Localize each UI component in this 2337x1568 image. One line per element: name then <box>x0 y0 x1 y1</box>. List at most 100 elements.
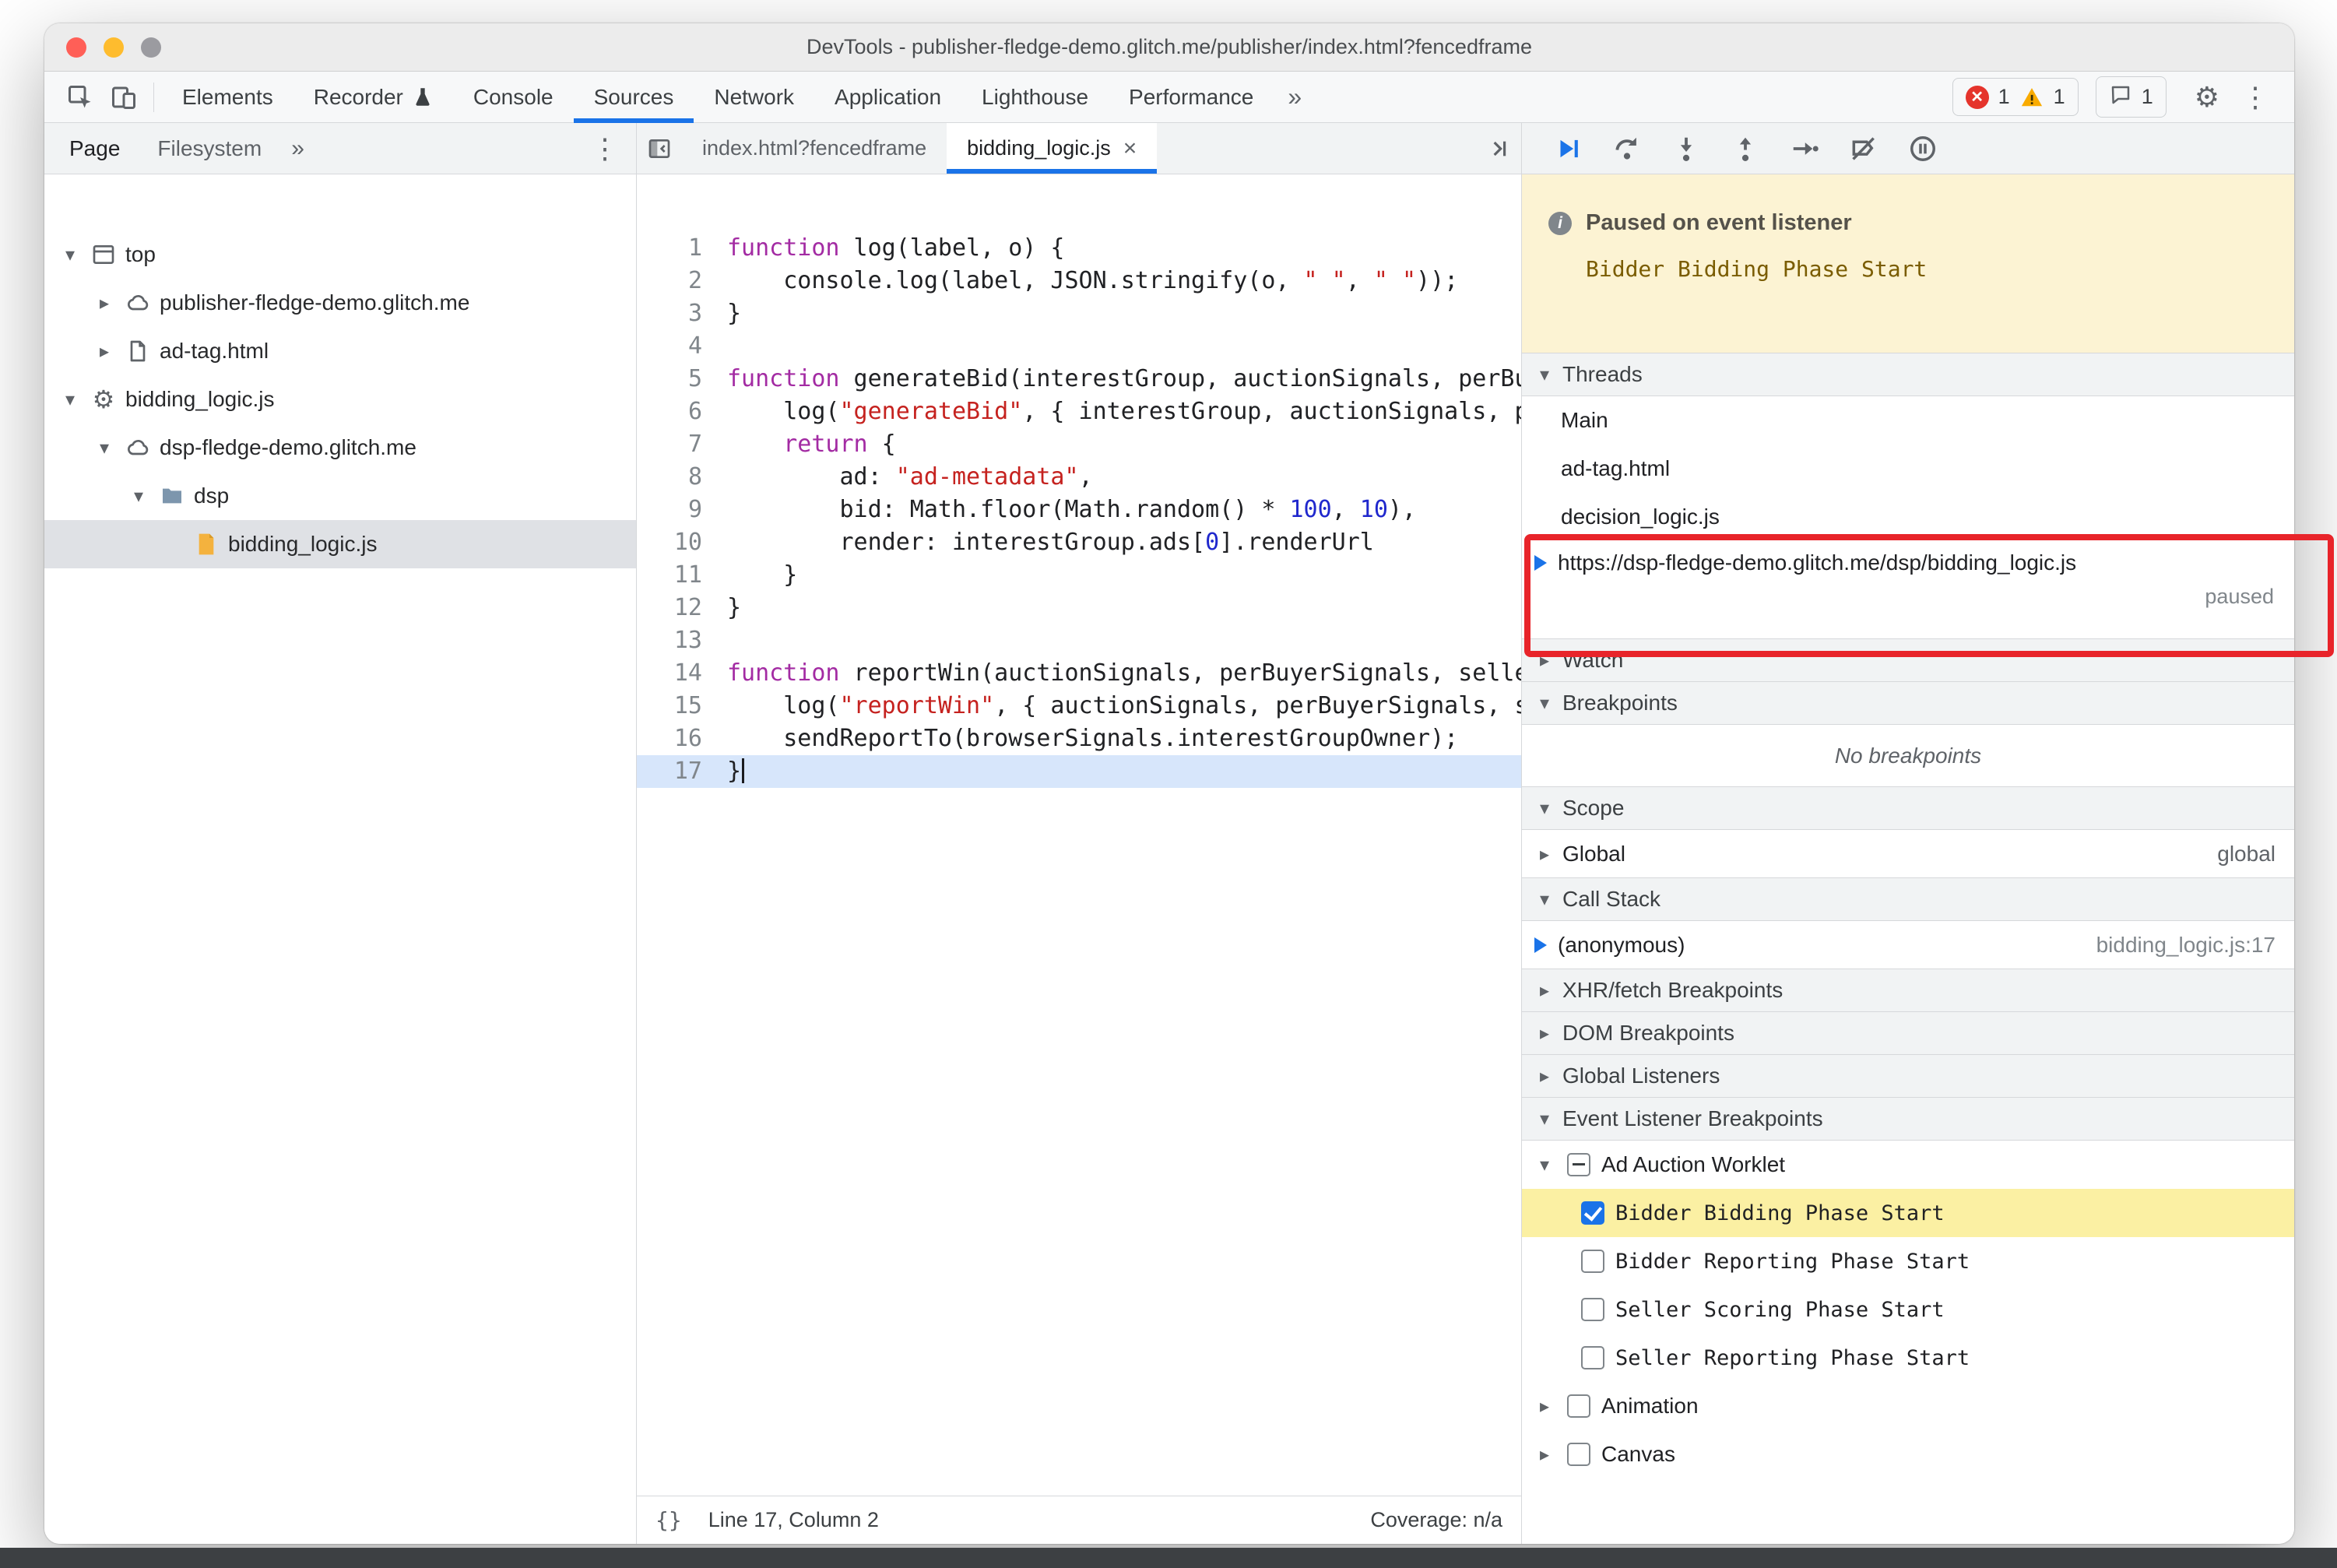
code-line[interactable]: 13 <box>637 624 1521 657</box>
event-breakpoint-seller-scoring-phase-start[interactable]: Seller Scoring Phase Start <box>1522 1285 2294 1334</box>
chevron-down-icon[interactable]: ▾ <box>58 388 82 411</box>
code-line[interactable]: 15 log("reportWin", { auctionSignals, pe… <box>637 690 1521 722</box>
device-toolbar-button[interactable] <box>102 76 146 119</box>
line-number[interactable]: 7 <box>637 428 727 461</box>
checkbox-unchecked[interactable] <box>1581 1346 1604 1369</box>
section-threads[interactable]: ▾ Threads <box>1522 353 2294 396</box>
line-number[interactable]: 11 <box>637 559 727 592</box>
line-number[interactable]: 13 <box>637 624 727 657</box>
tab-filesystem[interactable]: Filesystem <box>139 123 280 174</box>
editor-tab-index-html[interactable]: index.html?fencedframe <box>682 123 947 174</box>
code-editor[interactable]: 1 function log(label, o) {2 console.log(l… <box>637 174 1521 1496</box>
devtools-menu-kebab-icon[interactable]: ⋮ <box>2230 81 2280 114</box>
chevron-right-icon[interactable]: ▸ <box>93 292 116 315</box>
code-line[interactable]: 1 function log(label, o) { <box>637 232 1521 265</box>
section-scope[interactable]: ▾ Scope <box>1522 786 2294 830</box>
tree-item-dsp-fledge-demo-glitch-me[interactable]: ▾ dsp-fledge-demo.glitch.me <box>44 424 636 472</box>
code-line[interactable]: 9 bid: Math.floor(Math.random() * 100, 1… <box>637 494 1521 526</box>
tree-item-top[interactable]: ▾ top <box>44 230 636 279</box>
next-editor-tab-icon[interactable] <box>1476 123 1521 174</box>
errors-warnings-badge[interactable]: ✕ 1 1 <box>1952 78 2079 116</box>
line-number[interactable]: 1 <box>637 232 727 265</box>
code-line[interactable]: 12} <box>637 592 1521 624</box>
line-number[interactable]: 9 <box>637 494 727 526</box>
code-line[interactable]: 8 ad: "ad-metadata", <box>637 461 1521 494</box>
line-number[interactable]: 14 <box>637 657 727 690</box>
tab-performance[interactable]: Performance <box>1109 72 1274 123</box>
close-tab-icon[interactable]: × <box>1123 135 1137 162</box>
code-line[interactable]: 7 return { <box>637 428 1521 461</box>
checkbox-unchecked[interactable] <box>1567 1443 1590 1466</box>
tree-item-ad-tag-html[interactable]: ▸ ad-tag.html <box>44 327 636 375</box>
section-watch[interactable]: ▸ Watch <box>1522 638 2294 682</box>
chevron-down-icon[interactable]: ▾ <box>93 437 116 459</box>
issues-badge[interactable]: 1 <box>2095 76 2167 118</box>
checkbox-indeterminate[interactable] <box>1567 1153 1590 1176</box>
line-number[interactable]: 15 <box>637 690 727 722</box>
code-line[interactable]: 6 log("generateBid", { interestGroup, au… <box>637 396 1521 428</box>
navigator-menu-kebab-icon[interactable]: ⋮ <box>580 132 630 165</box>
line-number[interactable]: 17 <box>637 755 727 788</box>
event-breakpoint-bidder-bidding-phase-start[interactable]: Bidder Bidding Phase Start <box>1522 1189 2294 1237</box>
call-stack-frame[interactable]: (anonymous) bidding_logic.js:17 <box>1522 921 2294 969</box>
step-into-button[interactable] <box>1671 134 1701 163</box>
line-number[interactable]: 4 <box>637 330 727 363</box>
scope-global-row[interactable]: ▸ Global global <box>1522 830 2294 878</box>
tree-item-bidding-logic-js[interactable]: ▾ ⚙ bidding_logic.js <box>44 375 636 424</box>
tree-item-dsp[interactable]: ▾ dsp <box>44 472 636 520</box>
line-number[interactable]: 3 <box>637 297 727 330</box>
tab-application[interactable]: Application <box>814 72 961 123</box>
tab-network[interactable]: Network <box>694 72 814 123</box>
pretty-print-button[interactable]: {} <box>655 1507 682 1533</box>
tree-item-publisher-fledge-demo-glitch-me[interactable]: ▸ publisher-fledge-demo.glitch.me <box>44 279 636 327</box>
code-line[interactable]: 14 function reportWin(auctionSignals, per… <box>637 657 1521 690</box>
checkbox-unchecked[interactable] <box>1581 1250 1604 1273</box>
line-number[interactable]: 10 <box>637 526 727 559</box>
chevron-down-icon[interactable]: ▾ <box>58 244 82 266</box>
code-line[interactable]: 2 console.log(label, JSON.stringify(o, "… <box>637 265 1521 297</box>
event-breakpoint-bidder-reporting-phase-start[interactable]: Bidder Reporting Phase Start <box>1522 1237 2294 1285</box>
settings-gear-icon[interactable]: ⚙ <box>2184 81 2230 114</box>
code-line[interactable]: 3} <box>637 297 1521 330</box>
line-number[interactable]: 5 <box>637 363 727 396</box>
tab-elements[interactable]: Elements <box>162 72 293 123</box>
tab-sources[interactable]: Sources <box>574 72 694 123</box>
checkbox-checked[interactable] <box>1581 1201 1604 1225</box>
thread-item-ad-tag-html[interactable]: ad-tag.html <box>1522 445 2294 493</box>
event-breakpoint-seller-reporting-phase-start[interactable]: Seller Reporting Phase Start <box>1522 1334 2294 1382</box>
event-category-canvas[interactable]: ▸ Canvas <box>1522 1430 2294 1478</box>
tab-recorder[interactable]: Recorder <box>293 72 453 123</box>
line-number[interactable]: 2 <box>637 265 727 297</box>
event-category-animation[interactable]: ▸ Animation <box>1522 1382 2294 1430</box>
deactivate-breakpoints-button[interactable] <box>1849 134 1878 163</box>
tab-lighthouse[interactable]: Lighthouse <box>961 72 1109 123</box>
line-number[interactable]: 12 <box>637 592 727 624</box>
code-line[interactable]: 5 function generateBid(interestGroup, auc… <box>637 363 1521 396</box>
chevron-right-icon[interactable]: ▸ <box>1533 1443 1556 1466</box>
toggle-navigator-icon[interactable] <box>637 123 682 174</box>
chevron-right-icon[interactable]: ▸ <box>93 340 116 363</box>
checkbox-unchecked[interactable] <box>1567 1394 1590 1418</box>
thread-item-current[interactable]: https://dsp-fledge-demo.glitch.me/dsp/bi… <box>1522 541 2294 639</box>
code-line[interactable]: 11 } <box>637 559 1521 592</box>
section-xhr-breakpoints[interactable]: ▸ XHR/fetch Breakpoints <box>1522 969 2294 1012</box>
section-event-listener-breakpoints[interactable]: ▾ Event Listener Breakpoints <box>1522 1097 2294 1141</box>
code-line[interactable]: 4 <box>637 330 1521 363</box>
resume-script-button[interactable] <box>1553 134 1583 163</box>
pause-on-exceptions-button[interactable] <box>1908 134 1938 163</box>
step-over-button[interactable] <box>1612 134 1642 163</box>
inspect-element-button[interactable] <box>58 76 102 119</box>
code-line[interactable]: 17} <box>637 755 1521 788</box>
chevron-down-icon[interactable]: ▾ <box>127 485 150 508</box>
editor-tab-bidding-logic[interactable]: bidding_logic.js × <box>947 123 1158 174</box>
section-dom-breakpoints[interactable]: ▸ DOM Breakpoints <box>1522 1011 2294 1055</box>
tree-item-bidding-logic-js[interactable]: bidding_logic.js <box>44 520 636 568</box>
checkbox-unchecked[interactable] <box>1581 1298 1604 1321</box>
step-button[interactable] <box>1790 134 1819 163</box>
chevron-down-icon[interactable]: ▾ <box>1533 1154 1556 1176</box>
event-category-ad-auction-worklet[interactable]: ▾ Ad Auction Worklet <box>1522 1141 2294 1189</box>
thread-item-main[interactable]: Main <box>1522 396 2294 445</box>
tab-page[interactable]: Page <box>51 123 139 174</box>
code-line[interactable]: 10 render: interestGroup.ads[0].renderUr… <box>637 526 1521 559</box>
tab-console[interactable]: Console <box>453 72 574 123</box>
